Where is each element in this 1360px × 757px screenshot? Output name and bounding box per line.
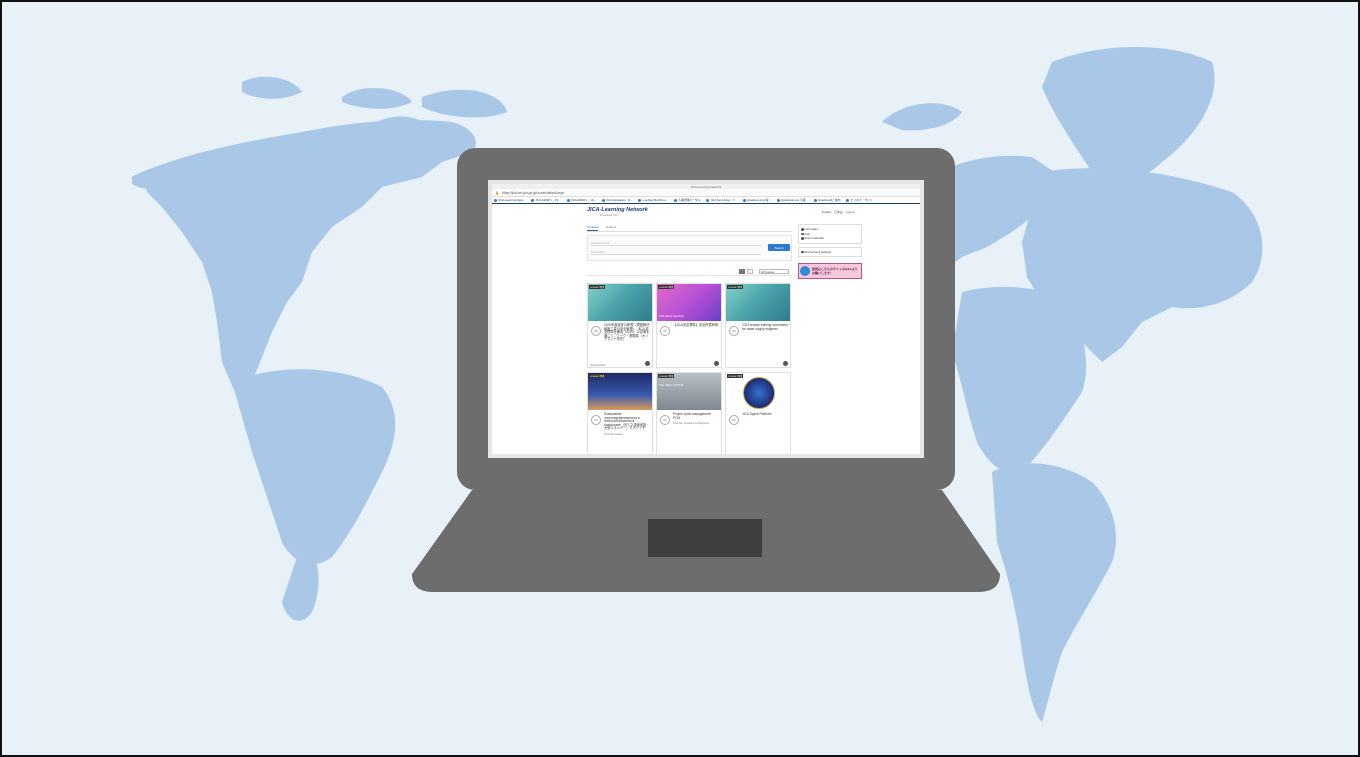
sidebar-settings: Environment Settings xyxy=(798,246,862,257)
site-logo[interactable]: JICA-Learning Network xyxy=(587,207,648,213)
keyword-input[interactable]: Keyword Input xyxy=(591,241,761,246)
course-meta: JICA-Net: Speakers for Beginners xyxy=(673,422,710,426)
bookmark-item[interactable]: dynabook.com 今夜... xyxy=(776,198,808,202)
bookmark-icon xyxy=(531,198,535,202)
calendar-icon xyxy=(801,237,804,240)
expand-icon[interactable] xyxy=(714,361,719,366)
search-panel: Keyword Input Tag Select Search xyxy=(587,235,792,261)
course-thumbnail: JICA-NET専用 The ABCs of PCM xyxy=(657,373,721,410)
header-links: English 日本語 Logout xyxy=(822,210,854,214)
status-badge: Not started xyxy=(590,364,605,366)
main-content: Courses Ratings Keyword Input Tag Select… xyxy=(587,224,792,454)
course-card[interactable]: JICA-NET専用 0% Повышение энергоэффективно… xyxy=(587,372,653,454)
bookmark-icon xyxy=(494,198,497,202)
course-card[interactable]: JICA-NET専用 0% JICA Space Platform xyxy=(725,372,791,454)
sidebar: Information FAQ Event Calendar Environme… xyxy=(798,224,862,279)
site-logo-subtitle: Knowledge Site xyxy=(600,214,618,217)
bookmark-item[interactable]: dynaCloud[ご案内 xyxy=(813,198,840,202)
bookmark-icon xyxy=(638,198,642,202)
course-title[interactable]: 2020年度経営の新規（問題解決編施工量の安全管理）- JICA 安全標準仕様書… xyxy=(604,323,649,341)
bookmark-item[interactable]: JICA-Learning Netw... xyxy=(494,198,525,202)
question-icon xyxy=(801,232,804,235)
course-title[interactable]: Project cycle management: PCM xyxy=(673,412,711,420)
progress-circle: 0% xyxy=(729,415,739,425)
bookmark-icon xyxy=(846,198,850,202)
expand-icon[interactable] xyxy=(645,361,650,366)
banner-text: 質問はこちらのサイトのQ&Aより お願いします！ xyxy=(812,267,858,275)
course-card[interactable]: JICA-NET専用 0% 2020年度経営の新規（問題解決編施工量の安全管理）… xyxy=(587,283,653,368)
course-thumbnail: JICA-NET専用 JICA Safety Standards xyxy=(657,284,721,321)
course-filter-select[interactable]: All Courses xyxy=(759,269,789,274)
sidebar-item-calendar[interactable]: Event Calendar xyxy=(801,236,859,241)
globe-icon xyxy=(800,266,810,276)
bookmark-item[interactable]: 人事管理ポータル xyxy=(673,198,700,202)
bookmark-icon xyxy=(566,198,570,202)
logout-link[interactable]: Logout xyxy=(846,210,855,214)
sidebar-menu: Information FAQ Event Calendar xyxy=(798,224,862,244)
search-button[interactable]: Search xyxy=(768,244,790,251)
bookmark-icon xyxy=(776,198,780,202)
qa-banner[interactable]: 質問はこちらのサイトのQ&Aより お願いします！ xyxy=(798,263,862,279)
grid-view-icon[interactable] xyxy=(739,269,745,274)
course-card[interactable]: JICA-NET専用 0% 2023 remote training docum… xyxy=(725,283,791,368)
course-card[interactable]: JICA-NET専用 The ABCs of PCM 0% Project cy… xyxy=(656,372,722,454)
course-tabs: Courses Ratings xyxy=(587,224,792,232)
tab-courses[interactable]: Courses xyxy=(587,225,599,231)
course-title[interactable]: JICA Space Platform xyxy=(742,412,771,416)
site-header: JICA-Learning Network Knowledge Site Eng… xyxy=(492,204,920,220)
progress-circle: 0% xyxy=(591,326,601,336)
bookmarks-bar: JICA-Learning Netw... JICA-MASP (-_ 19..… xyxy=(492,197,920,204)
expand-icon[interactable] xyxy=(783,361,788,366)
course-title[interactable]: Повышение энергоэффективности и энергосб… xyxy=(604,412,649,430)
progress-circle: 0% xyxy=(660,415,670,425)
sidebar-item-settings[interactable]: Environment Settings xyxy=(801,250,859,255)
bookmark-icon xyxy=(706,198,710,202)
lock-icon: 🔒 xyxy=(495,190,500,195)
course-thumbnail: JICA-NET専用 xyxy=(588,373,652,410)
progress-circle: 0% xyxy=(591,415,601,425)
english-link[interactable]: English xyxy=(822,210,831,214)
course-thumbnail: JICA-NET専用 xyxy=(726,373,790,410)
bookmark-icon xyxy=(813,198,817,202)
bookmark-icon xyxy=(673,198,677,202)
course-title[interactable]: 【JICA安全標準】安全所属研修 xyxy=(673,323,718,327)
tab-ratings[interactable]: Ratings xyxy=(606,225,616,230)
bookmark-item[interactable]: JICA Navigation : R... xyxy=(601,198,632,202)
progress-circle: 0% xyxy=(729,326,739,336)
info-icon xyxy=(801,228,804,231)
space-emblem-icon xyxy=(743,377,775,409)
gear-icon xyxy=(801,250,804,253)
course-thumbnail: JICA-NET専用 xyxy=(726,284,790,321)
slide-frame: JICA-Learning Network 🔒 https://jica-net… xyxy=(0,0,1360,757)
bookmark-icon xyxy=(601,198,605,202)
bookmark-item[interactable]: dynabook.com[家... xyxy=(742,198,771,202)
progress-circle: 0% xyxy=(660,326,670,336)
tag-select[interactable]: Tag Select xyxy=(591,250,761,255)
japanese-link[interactable]: 日本語 xyxy=(834,210,842,214)
view-toolbar: All Courses xyxy=(587,266,792,276)
bookmark-item[interactable]: JICA-MASP (-_ 19... xyxy=(531,198,561,202)
course-title[interactable]: 2023 remote training documents for water… xyxy=(742,323,788,331)
bookmark-icon xyxy=(742,198,746,202)
bookmark-item[interactable]: JICA-MASP (-_ 19... xyxy=(566,198,596,202)
bookmark-item[interactable]: JICA Net Library - T... xyxy=(706,198,737,202)
bookmark-item[interactable]: e-setting MediTree... xyxy=(638,198,668,202)
list-view-icon[interactable] xyxy=(747,269,753,274)
bookmark-item[interactable]: ビジネス・サイト xyxy=(846,198,873,202)
window-title: JICA-Learning Network xyxy=(690,184,722,189)
address-bar[interactable]: 🔒 https://jica-net.jica.go.jp/course/def… xyxy=(492,189,920,197)
course-meta: JICA-Net Kiosque xyxy=(604,432,624,436)
course-card[interactable]: JICA-NET専用 JICA Safety Standards 0% 【JIC… xyxy=(656,283,722,368)
laptop-screen: JICA-Learning Network 🔒 https://jica-net… xyxy=(492,184,920,454)
address-text[interactable]: https://jica-net.jica.go.jp/course/defau… xyxy=(502,191,564,195)
course-thumbnail: JICA-NET専用 xyxy=(588,284,652,321)
